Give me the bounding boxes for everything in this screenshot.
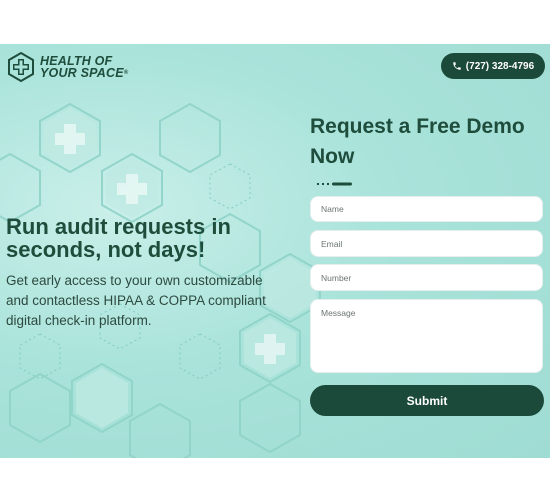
submit-button[interactable]: Submit [310, 385, 544, 416]
cross-hexagon-icon [8, 52, 34, 82]
phone-label: (727) 328-4796 [465, 60, 535, 72]
title-divider [317, 182, 352, 186]
brand-logo[interactable]: HEALTH OF YOUR SPACE® [6, 52, 128, 82]
hero-section: HEALTH OF YOUR SPACE® (727) 328-4796 Run… [0, 44, 550, 458]
number-input[interactable] [310, 264, 543, 291]
brand-name: HEALTH OF YOUR SPACE® [40, 55, 129, 80]
phone-icon [453, 62, 461, 70]
phone-button[interactable]: (727) 328-4796 [441, 53, 545, 79]
hero-subtext: Get early access to your own customizabl… [6, 273, 266, 328]
form-title: Request a Free Demo Now [310, 115, 525, 168]
message-textarea[interactable] [310, 299, 543, 373]
brand-line-2: YOUR SPACE® [40, 66, 129, 80]
hero-headline: Run audit requests in seconds, not days! [6, 214, 231, 262]
name-input[interactable] [310, 196, 543, 222]
email-input[interactable] [310, 230, 543, 257]
